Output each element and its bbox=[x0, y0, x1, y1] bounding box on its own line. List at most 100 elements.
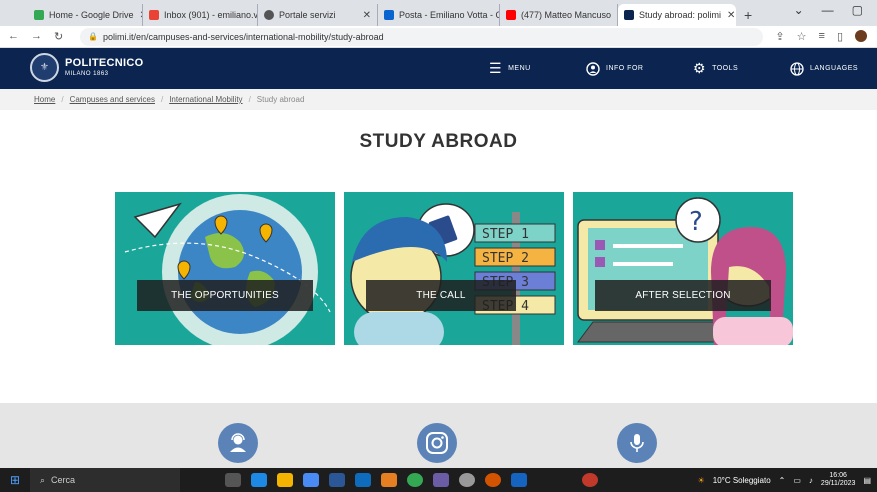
chevron-down-icon[interactable]: ⌄ bbox=[794, 3, 804, 17]
weather-icon: ☀ bbox=[697, 475, 705, 485]
tab-label: Portale servizi bbox=[279, 10, 336, 20]
menu-button[interactable]: ☰ MENU bbox=[489, 48, 531, 89]
word-icon[interactable] bbox=[329, 473, 345, 487]
info-for-button[interactable]: INFO FOR bbox=[586, 48, 643, 89]
menu-label: MENU bbox=[508, 65, 531, 72]
back-icon[interactable]: ← bbox=[8, 30, 19, 43]
tab-label: Inbox (901) - emiliano.vott bbox=[164, 10, 258, 20]
footer-band bbox=[0, 403, 877, 468]
profile-avatar[interactable] bbox=[855, 30, 867, 42]
card-label: AFTER SELECTION bbox=[595, 280, 771, 311]
instagram-icon[interactable] bbox=[417, 423, 457, 463]
windows-start-icon[interactable]: ⊞ bbox=[0, 473, 30, 487]
network-icon[interactable]: ▭ bbox=[793, 476, 801, 485]
app-icon[interactable] bbox=[582, 473, 598, 487]
polimi-logo[interactable]: ⚜ POLITECNICO MILANO 1863 bbox=[30, 53, 143, 82]
youtube-icon bbox=[506, 10, 516, 20]
tray-chevron-icon[interactable]: ⌃ bbox=[779, 476, 786, 485]
maximize-button[interactable]: ▢ bbox=[852, 3, 863, 17]
close-tab-icon[interactable]: ✕ bbox=[357, 10, 371, 21]
tab-study-abroad[interactable]: Study abroad: polimi ✕ bbox=[618, 4, 736, 26]
chrome-icon[interactable] bbox=[407, 473, 423, 487]
file-explorer-icon[interactable] bbox=[277, 473, 293, 487]
tab-label: Posta - Emiliano Votta - O bbox=[399, 10, 500, 20]
breadcrumb: Home / Campuses and services / Internation… bbox=[0, 89, 877, 110]
site-header: ⚜ POLITECNICO MILANO 1863 ☰ MENU INFO FO… bbox=[0, 48, 877, 89]
step-sign-1: STEP 1 bbox=[482, 227, 529, 242]
search-placeholder: Cerca bbox=[51, 475, 76, 485]
reading-list-icon[interactable]: ≡ bbox=[819, 30, 825, 43]
minimize-button[interactable]: — bbox=[822, 3, 834, 17]
google-drive-icon bbox=[34, 10, 44, 20]
support-agent-icon[interactable] bbox=[218, 423, 258, 463]
mail-icon[interactable] bbox=[355, 473, 371, 487]
bookmark-star-icon[interactable]: ☆ bbox=[797, 30, 807, 43]
app-icon[interactable] bbox=[511, 473, 527, 487]
new-tab-button[interactable]: + bbox=[736, 4, 760, 26]
tab-label: (477) Matteo Mancuso bbox=[521, 10, 612, 20]
globe-icon bbox=[264, 10, 274, 20]
weather-text[interactable]: 10°C Soleggiato bbox=[713, 476, 771, 485]
breadcrumb-current: Study abroad bbox=[256, 95, 305, 104]
close-tab-icon[interactable]: ✕ bbox=[134, 10, 142, 21]
tools-label: TOOLS bbox=[712, 65, 739, 72]
tools-button[interactable]: ⚙ TOOLS bbox=[693, 48, 738, 89]
system-tray: ☀ 10°C Soleggiato ⌃ ▭ ♪ 16:06 29/11/2023… bbox=[698, 472, 877, 487]
question-mark-icon: ? bbox=[689, 207, 703, 237]
breadcrumb-campuses[interactable]: Campuses and services bbox=[70, 95, 155, 104]
tab-gmail[interactable]: Inbox (901) - emiliano.vott ✕ bbox=[143, 4, 258, 26]
card-after-selection[interactable]: ? AFTER SELECTION bbox=[573, 192, 793, 345]
teams-icon[interactable] bbox=[433, 473, 449, 487]
gear-icon: ⚙ bbox=[693, 60, 707, 76]
windows-taskbar: ⊞ ⌕ Cerca ☀ 10°C Soleggiato ⌃ ▭ ♪ 16:06 … bbox=[0, 468, 877, 492]
close-tab-icon[interactable]: ✕ bbox=[611, 10, 617, 21]
step-sign-2: STEP 2 bbox=[482, 251, 529, 266]
breadcrumb-home[interactable]: Home bbox=[34, 95, 55, 104]
clock-date: 29/11/2023 bbox=[820, 480, 856, 487]
volume-icon[interactable]: ♪ bbox=[809, 476, 813, 485]
card-the-opportunities[interactable]: THE OPPORTUNITIES bbox=[115, 192, 335, 345]
reload-icon[interactable]: ↻ bbox=[54, 30, 63, 43]
app-icon[interactable] bbox=[459, 473, 475, 487]
hamburger-icon: ☰ bbox=[489, 60, 503, 76]
clock-time: 16:06 bbox=[829, 472, 847, 480]
steps-illustration: STEP 1 STEP 2 STEP 3 STEP 4 bbox=[350, 203, 556, 345]
card-label: THE OPPORTUNITIES bbox=[137, 280, 313, 311]
logo-text-line2: MILANO 1863 bbox=[65, 71, 109, 77]
tab-youtube[interactable]: (477) Matteo Mancuso ✕ bbox=[500, 4, 618, 26]
selection-illustration: ? bbox=[577, 197, 793, 345]
outlook-icon bbox=[384, 10, 394, 20]
user-circle-icon bbox=[586, 61, 600, 76]
polimi-seal-icon: ⚜ bbox=[30, 53, 59, 82]
breadcrumb-international-mobility[interactable]: International Mobility bbox=[169, 95, 242, 104]
card-the-call[interactable]: STEP 1 STEP 2 STEP 3 STEP 4 THE CALL bbox=[344, 192, 564, 345]
taskbar-apps bbox=[220, 473, 603, 487]
side-panel-icon[interactable]: ▯ bbox=[837, 30, 843, 43]
globe-illustration bbox=[124, 194, 331, 345]
window-controls: ⌄ — ▢ bbox=[794, 3, 877, 17]
languages-button[interactable]: LANGUAGES bbox=[790, 48, 858, 89]
breadcrumb-separator: / bbox=[248, 95, 251, 104]
page-title: STUDY ABROAD bbox=[359, 131, 518, 152]
tab-label: Study abroad: polimi bbox=[639, 10, 722, 20]
url-bar[interactable]: 🔒 polimi.it/en/campuses-and-services/int… bbox=[80, 27, 764, 46]
search-icon: ⌕ bbox=[40, 474, 46, 485]
taskbar-search[interactable]: ⌕ Cerca bbox=[30, 468, 180, 492]
tab-outlook[interactable]: Posta - Emiliano Votta - O ✕ bbox=[378, 4, 500, 26]
forward-icon[interactable]: → bbox=[31, 30, 42, 43]
clock[interactable]: 16:06 29/11/2023 bbox=[821, 472, 856, 487]
edge-icon[interactable] bbox=[251, 473, 267, 487]
tab-portale-servizi[interactable]: Portale servizi ✕ bbox=[258, 4, 378, 26]
card-label: THE CALL bbox=[366, 280, 516, 311]
gmail-icon bbox=[149, 10, 159, 20]
share-icon[interactable]: ⇪ bbox=[775, 30, 784, 43]
app-icon[interactable] bbox=[381, 473, 397, 487]
tab-google-drive[interactable]: Home - Google Drive ✕ bbox=[28, 4, 143, 26]
app-icon[interactable] bbox=[485, 473, 501, 487]
store-icon[interactable] bbox=[303, 473, 319, 487]
lock-icon: 🔒 bbox=[88, 32, 98, 41]
close-tab-icon[interactable]: ✕ bbox=[721, 10, 735, 21]
microphone-icon[interactable] bbox=[617, 423, 657, 463]
notifications-icon[interactable]: ▤ bbox=[863, 476, 871, 485]
task-view-icon[interactable] bbox=[225, 473, 241, 487]
